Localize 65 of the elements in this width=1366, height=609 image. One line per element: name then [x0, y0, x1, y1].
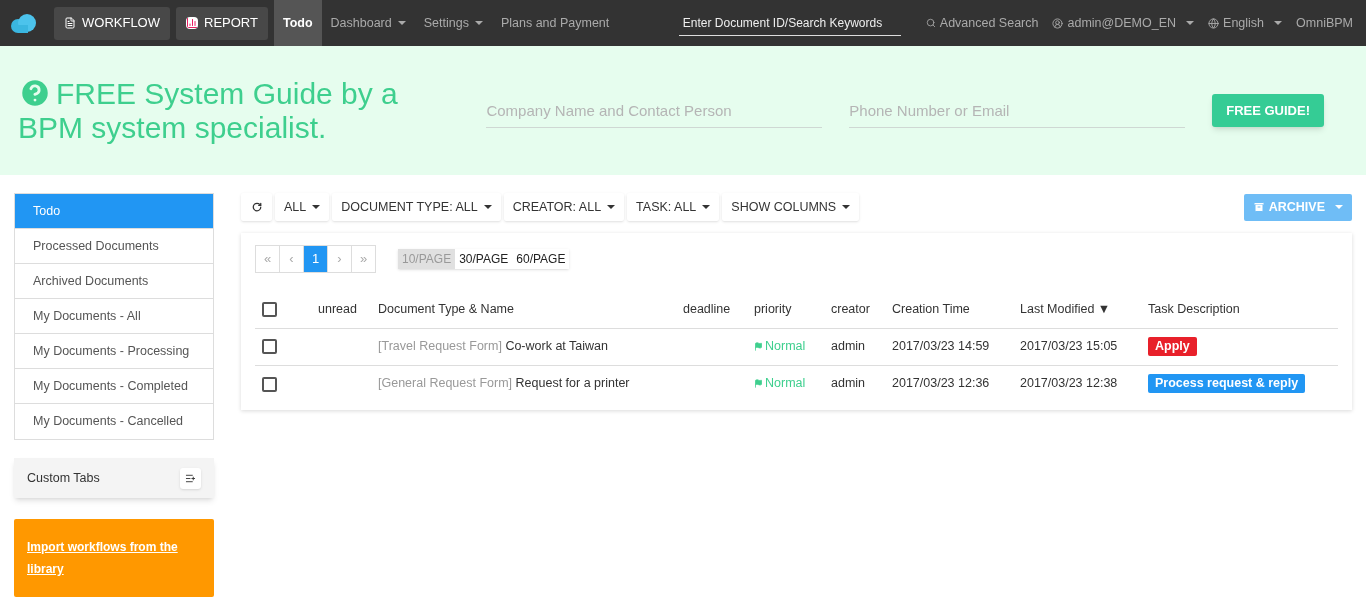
document-name-link[interactable]: Request for a printer: [515, 376, 630, 391]
row-checkbox[interactable]: [262, 339, 277, 355]
page-size-button[interactable]: 30/PAGE: [455, 249, 513, 269]
column-header[interactable]: unread: [318, 301, 357, 316]
refresh-button[interactable]: [241, 193, 272, 221]
column-header[interactable]: priority: [754, 301, 792, 316]
nav-tab[interactable]: Settings: [414, 0, 492, 46]
select-all-checkbox[interactable]: [262, 302, 277, 318]
row-checkbox[interactable]: [262, 376, 277, 392]
column-header[interactable]: deadline: [683, 301, 731, 316]
filter-dropdown[interactable]: TASK: ALL: [627, 193, 720, 221]
nav-tab[interactable]: Plans and Payment: [491, 0, 619, 46]
column-header[interactable]: Task Description: [1148, 301, 1240, 316]
list-add-icon: [185, 472, 196, 484]
nav-button[interactable]: WORKFLOW: [54, 6, 170, 40]
caret-icon: [483, 205, 492, 209]
creator-cell: admin: [831, 339, 866, 354]
caret-icon: [1335, 205, 1343, 209]
priority-label: Normal: [754, 373, 806, 393]
nav-tab[interactable]: Dashboard: [321, 0, 415, 46]
column-header[interactable]: creator: [831, 301, 870, 316]
modified-time-cell: 2017/03/23 12:38: [1020, 376, 1118, 391]
chart-icon: [186, 17, 198, 29]
flag-icon: [754, 341, 763, 351]
flag-icon: [754, 378, 763, 388]
document-type: [Travel Request Form]: [378, 339, 502, 354]
nav-link[interactable]: Advanced Search: [918, 13, 1046, 33]
filter-dropdown[interactable]: ALL: [275, 193, 330, 221]
nav-link[interactable]: English: [1201, 13, 1290, 33]
column-header[interactable]: Last Modified ▼: [1020, 301, 1111, 316]
search-icon: [925, 18, 936, 28]
page-size-button[interactable]: 60/PAGE: [512, 249, 570, 269]
caret-icon: [702, 205, 711, 209]
column-header[interactable]: Creation Time: [892, 301, 970, 316]
refresh-icon: [251, 202, 262, 212]
task-badge[interactable]: Apply: [1148, 337, 1197, 356]
globe-icon: [1208, 17, 1220, 29]
cloud-logo: [8, 13, 38, 33]
caret-icon: [312, 205, 321, 209]
caret-icon: [607, 205, 616, 209]
nav-link[interactable]: OmniBPM: [1289, 13, 1360, 33]
filter-dropdown[interactable]: SHOW COLUMNS: [722, 193, 860, 221]
caret-icon: [842, 205, 851, 209]
add-tab-button[interactable]: [180, 467, 201, 489]
banner-heading: FREE System Guide by a BPM system specialist.: [18, 76, 399, 145]
creation-time-cell: 2017/03/23 14:59: [892, 339, 990, 354]
search-field[interactable]: Enter Document ID/Search Keywords: [678, 10, 901, 36]
banner-input-field[interactable]: Phone Number or Email: [849, 93, 1186, 128]
priority-label: Normal: [754, 336, 806, 356]
nav-button[interactable]: REPORT: [176, 6, 268, 40]
nav-link[interactable]: admin@DEMO_EN: [1045, 13, 1202, 33]
filter-dropdown[interactable]: DOCUMENT TYPE: ALL: [332, 193, 501, 221]
column-header[interactable]: Document Type & Name: [378, 301, 514, 316]
document-name-link[interactable]: Co-work at Taiwan: [505, 339, 608, 354]
modified-time-cell: 2017/03/23 15:05: [1020, 339, 1118, 354]
custom-tabs-label: Custom Tabs: [27, 469, 100, 487]
document-type: [General Request Form]: [378, 376, 513, 391]
nav-tab[interactable]: Todo: [273, 0, 322, 46]
user-icon: [1052, 17, 1064, 29]
creator-cell: admin: [831, 376, 866, 391]
archive-icon: [1252, 201, 1265, 213]
creation-time-cell: 2017/03/23 12:36: [892, 376, 990, 391]
document-icon: [64, 17, 76, 29]
filter-dropdown[interactable]: CREATOR: ALL: [503, 193, 625, 221]
banner-input-field[interactable]: Company Name and Contact Person: [486, 93, 823, 128]
